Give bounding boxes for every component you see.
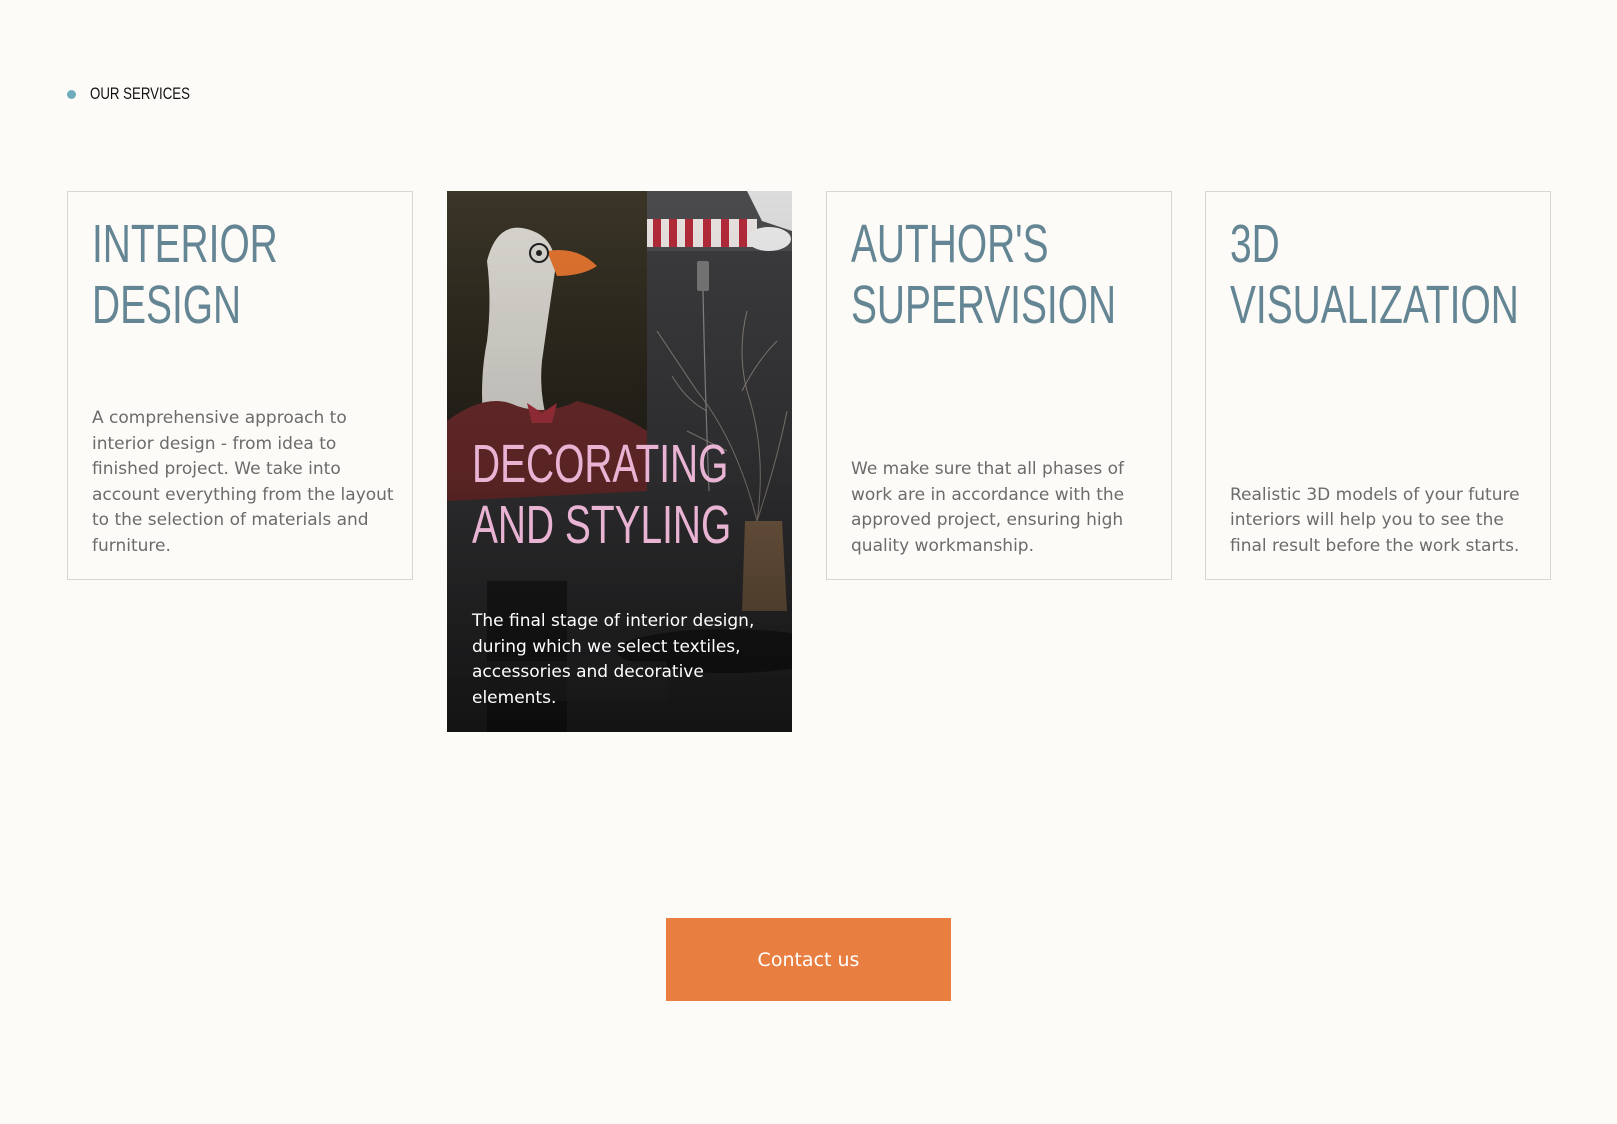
service-card-description: A comprehensive approach to interior des… (92, 408, 394, 556)
bullet-dot-icon (67, 89, 76, 99)
service-card-decorating-styling[interactable]: DECORATING AND STYLING The final stage o… (447, 191, 792, 732)
service-card-title: AUTHOR'S SUPERVISION (851, 214, 1117, 335)
service-card-description: The final stage of interior design, duri… (472, 611, 755, 708)
service-card-authors-supervision[interactable]: AUTHOR'S SUPERVISION We make sure that a… (826, 191, 1172, 580)
service-card-interior-design[interactable]: INTERIOR DESIGN A comprehensive approach… (67, 191, 413, 580)
contact-us-button[interactable]: Contact us (666, 918, 951, 1001)
service-card-description: We make sure that all phases of work are… (851, 459, 1125, 556)
services-page: OUR SERVICES INTERIOR DESIGN A comprehen… (0, 0, 1617, 1124)
section-label: OUR SERVICES (67, 84, 218, 104)
service-card-description: Realistic 3D models of your future inter… (1230, 484, 1520, 556)
service-card-title: 3D VISUALIZATION (1230, 214, 1519, 335)
service-card-3d-visualization[interactable]: 3D VISUALIZATION Realistic 3D models of … (1205, 191, 1551, 580)
section-label-text: OUR SERVICES (90, 84, 190, 103)
service-card-title: INTERIOR DESIGN (92, 214, 278, 335)
service-card-title: DECORATING AND STYLING (472, 434, 732, 555)
